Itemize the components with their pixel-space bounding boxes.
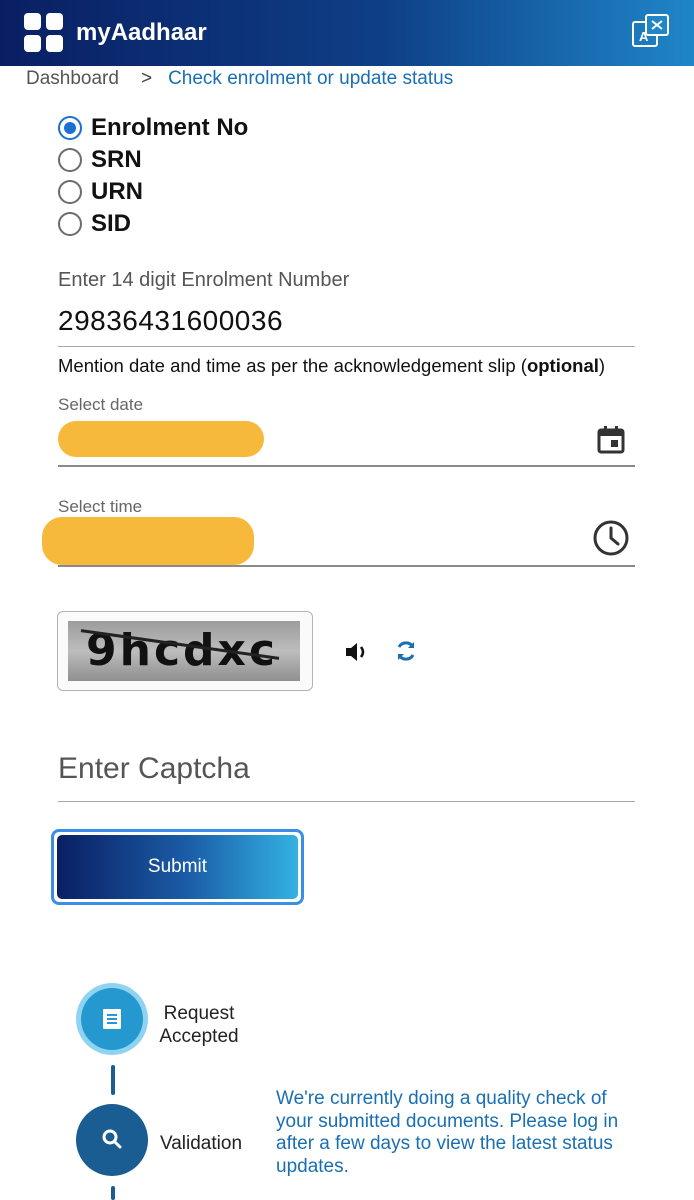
radio-label: URN	[91, 178, 143, 205]
date-time-note: Mention date and time as per the acknowl…	[58, 355, 605, 377]
captcha-text: 9hcdxc	[86, 625, 278, 676]
time-field-label: Select time	[58, 497, 143, 516]
step-label-request-accepted: Request Accepted	[150, 1002, 248, 1048]
app-header: myAadhaar A	[0, 0, 694, 66]
step-label-line2: Accepted	[159, 1026, 239, 1047]
enrolment-underline	[58, 346, 635, 347]
captcha-image: 9hcdxc	[68, 621, 300, 681]
clock-icon[interactable]	[591, 518, 631, 558]
captcha-underline	[58, 801, 635, 802]
app-grid-icon[interactable]	[24, 13, 64, 53]
step-connector	[111, 1065, 115, 1095]
redacted-date-value[interactable]	[58, 421, 264, 457]
refresh-icon[interactable]	[393, 638, 419, 664]
radio-button-selected[interactable]	[58, 116, 82, 140]
breadcrumb-current: Check enrolment or update status	[168, 68, 454, 89]
date-underline	[58, 465, 635, 467]
radio-button[interactable]	[58, 180, 82, 204]
breadcrumb-dashboard[interactable]: Dashboard	[26, 68, 119, 89]
note-optional: optional	[526, 355, 599, 376]
radio-sid[interactable]: SID	[58, 208, 248, 240]
search-icon	[102, 1129, 122, 1149]
time-underline	[58, 565, 635, 567]
radio-srn[interactable]: SRN	[58, 144, 248, 176]
radio-button[interactable]	[58, 212, 82, 236]
radio-label: SID	[91, 210, 132, 237]
svg-text:A: A	[639, 29, 649, 44]
date-field-label: Select date	[58, 395, 144, 414]
note-text: Mention date and time as per the acknowl…	[58, 355, 527, 376]
id-type-radio-group: Enrolment No SRN URN SID	[58, 112, 248, 240]
captcha-input[interactable]: Enter Captcha	[58, 752, 250, 786]
radio-enrolment-no[interactable]: Enrolment No	[58, 112, 248, 144]
step-connector	[111, 1186, 115, 1200]
enrolment-field-label: Enter 14 digit Enrolment Number	[58, 269, 350, 291]
step-label-line1: Request	[163, 1003, 235, 1024]
app-title: myAadhaar	[76, 19, 207, 46]
submit-label: Submit	[57, 835, 298, 899]
note-suffix: )	[598, 355, 606, 376]
captcha-box: 9hcdxc	[57, 611, 313, 691]
submit-button[interactable]: Submit	[51, 829, 304, 905]
radio-urn[interactable]: URN	[58, 176, 248, 208]
redacted-time-value[interactable]	[42, 517, 254, 565]
enrolment-number-input[interactable]: 29836431600036	[58, 305, 283, 337]
radio-label: Enrolment No	[91, 114, 249, 141]
translate-icon[interactable]: A	[632, 14, 670, 48]
speaker-icon[interactable]	[344, 640, 370, 664]
calendar-icon[interactable]	[596, 425, 626, 455]
document-icon	[103, 1009, 121, 1029]
status-message: We're currently doing a quality check of…	[276, 1088, 619, 1177]
breadcrumb-separator: >	[140, 68, 153, 89]
radio-button[interactable]	[58, 148, 82, 172]
step-label-validation: Validation	[159, 1133, 243, 1154]
radio-label: SRN	[91, 146, 142, 173]
breadcrumb: Dashboard > Check enrolment or update stat…	[26, 68, 453, 90]
